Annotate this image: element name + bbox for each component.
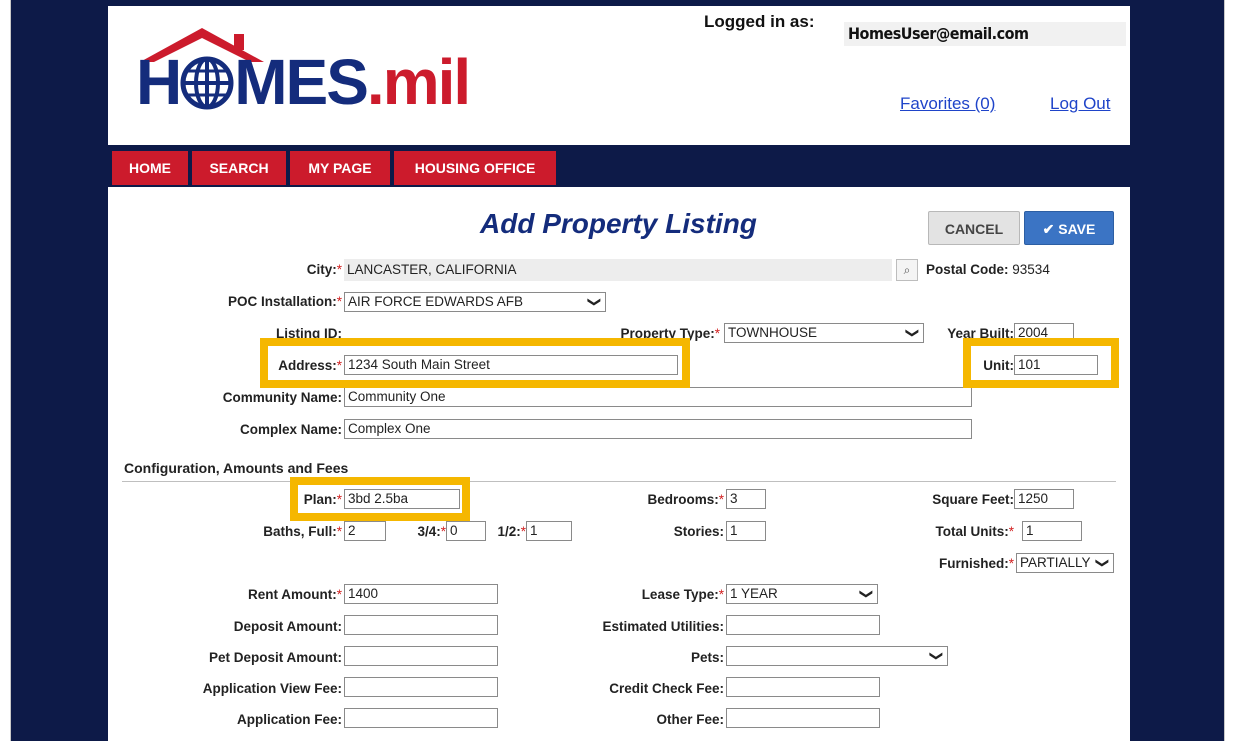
total-units-label: Total Units:* [935,524,1014,539]
rent-amount-input[interactable]: 1400 [344,584,498,604]
bedrooms-label: Bedrooms:* [647,492,724,507]
property-type-select[interactable]: TOWNHOUSE ❯ [724,323,924,343]
total-units-input[interactable]: 1 [1022,521,1082,541]
bedrooms-input[interactable]: 3 [726,489,766,509]
pet-deposit-amount-input[interactable] [344,646,498,666]
furnished-label: Furnished:* [938,556,1014,571]
application-view-fee-input[interactable] [344,677,498,697]
lease-type-select[interactable]: 1 YEAR ❯ [726,584,878,604]
baths-half-input[interactable]: 1 [526,521,572,541]
page-background-right [1130,0,1224,741]
logo-wordmark: H MES.mil [136,50,471,114]
stories-label: Stories: [673,524,724,539]
estimated-utilities-label: Estimated Utilities: [602,619,724,634]
baths-full-input[interactable]: 2 [344,521,386,541]
logged-in-label: Logged in as: [704,12,815,31]
favorites-link[interactable]: Favorites (0) [900,94,995,114]
save-button-label: SAVE [1058,221,1096,237]
section-title: Configuration, Amounts and Fees [124,460,349,476]
furnished-select[interactable]: PARTIALLY ❯ [1016,553,1114,573]
property-type-label: Property Type:* [620,326,720,341]
logo-letter-h: H [136,46,182,118]
application-fee-input[interactable] [344,708,498,728]
square-feet-input[interactable]: 1250 [1014,489,1074,509]
chevron-down-icon: ❯ [859,588,875,600]
rent-amount-label: Rent Amount:* [248,587,342,602]
baths-half-label: 1/2:* [497,524,526,539]
chevron-down-icon: ❯ [905,327,921,339]
year-built-input[interactable]: 2004 [1014,323,1074,343]
address-label: Address:* [278,358,342,373]
application-view-fee-label: Application View Fee: [202,681,342,696]
pet-deposit-amount-label: Pet Deposit Amount: [209,650,342,665]
estimated-utilities-input[interactable] [726,615,880,635]
logout-link[interactable]: Log Out [1050,94,1111,114]
credit-check-fee-input[interactable] [726,677,880,697]
chevron-down-icon: ❯ [1095,557,1111,569]
other-fee-input[interactable] [726,708,880,728]
chevron-down-icon: ❯ [929,650,945,662]
stories-input[interactable]: 1 [726,521,766,541]
other-fee-label: Other Fee: [656,712,724,727]
city-label: City:* [306,262,342,277]
nav-housing-office[interactable]: HOUSING OFFICE [394,151,556,185]
chevron-down-icon: ❯ [587,296,603,308]
baths-full-label: Baths, Full:* [263,524,342,539]
top-bar [108,0,1130,6]
page-title: Add Property Listing [480,208,757,239]
logo-letters-mes: MES [234,46,369,118]
save-button[interactable]: ✔ SAVE [1024,211,1114,245]
postal-code: Postal Code: 93534 [926,262,1050,277]
complex-name-input[interactable]: Complex One [344,419,972,439]
baths-three-quarter-label: 3/4:* [417,524,446,539]
window-edge-left [0,0,11,741]
complex-name-label: Complex Name: [239,422,342,437]
nav-my-page[interactable]: MY PAGE [290,151,390,185]
pets-label: Pets: [690,650,724,665]
credit-check-fee-label: Credit Check Fee: [609,681,724,696]
required-marker: * [336,262,342,277]
user-email: HomesUser@email.com [844,22,1126,46]
address-input[interactable]: 1234 South Main Street [344,355,678,375]
page-background-left [11,0,108,741]
poc-installation-select[interactable]: AIR FORCE EDWARDS AFB ❯ [344,292,606,312]
deposit-amount-input[interactable] [344,615,498,635]
search-icon[interactable]: ⌕ [896,259,918,281]
listing-id-label: Listing ID: [276,326,342,341]
page-content: H MES.mil Logged in as: HomesUser@email.… [108,0,1130,741]
section-divider [122,481,1116,482]
globe-icon [180,56,234,110]
lease-type-label: Lease Type:* [641,587,724,602]
postal-code-value: 93534 [1012,262,1050,277]
checkmark-icon: ✔ [1042,221,1055,237]
nav-search[interactable]: SEARCH [192,151,286,185]
year-built-label: Year Built: [947,326,1014,341]
cancel-button[interactable]: CANCEL [928,211,1020,245]
unit-input[interactable]: 101 [1014,355,1098,375]
unit-label: Unit: [983,358,1014,373]
pets-select[interactable]: ❯ [726,646,948,666]
community-name-input[interactable]: Community One [344,387,972,407]
nav-home[interactable]: HOME [112,151,188,185]
poc-installation-label: POC Installation:* [227,294,342,309]
community-name-label: Community Name: [222,390,342,405]
plan-label: Plan:* [303,492,342,507]
city-field: LANCASTER, CALIFORNIA [344,259,892,281]
deposit-amount-label: Deposit Amount: [233,619,342,634]
application-fee-label: Application Fee: [236,712,342,727]
homes-mil-logo[interactable]: H MES.mil [136,24,496,114]
logo-suffix: .mil [366,46,471,118]
baths-three-quarter-input[interactable]: 0 [446,521,486,541]
square-feet-label: Square Feet: [932,492,1014,507]
plan-input[interactable]: 3bd 2.5ba [344,489,460,509]
window-edge-right [1224,0,1235,741]
